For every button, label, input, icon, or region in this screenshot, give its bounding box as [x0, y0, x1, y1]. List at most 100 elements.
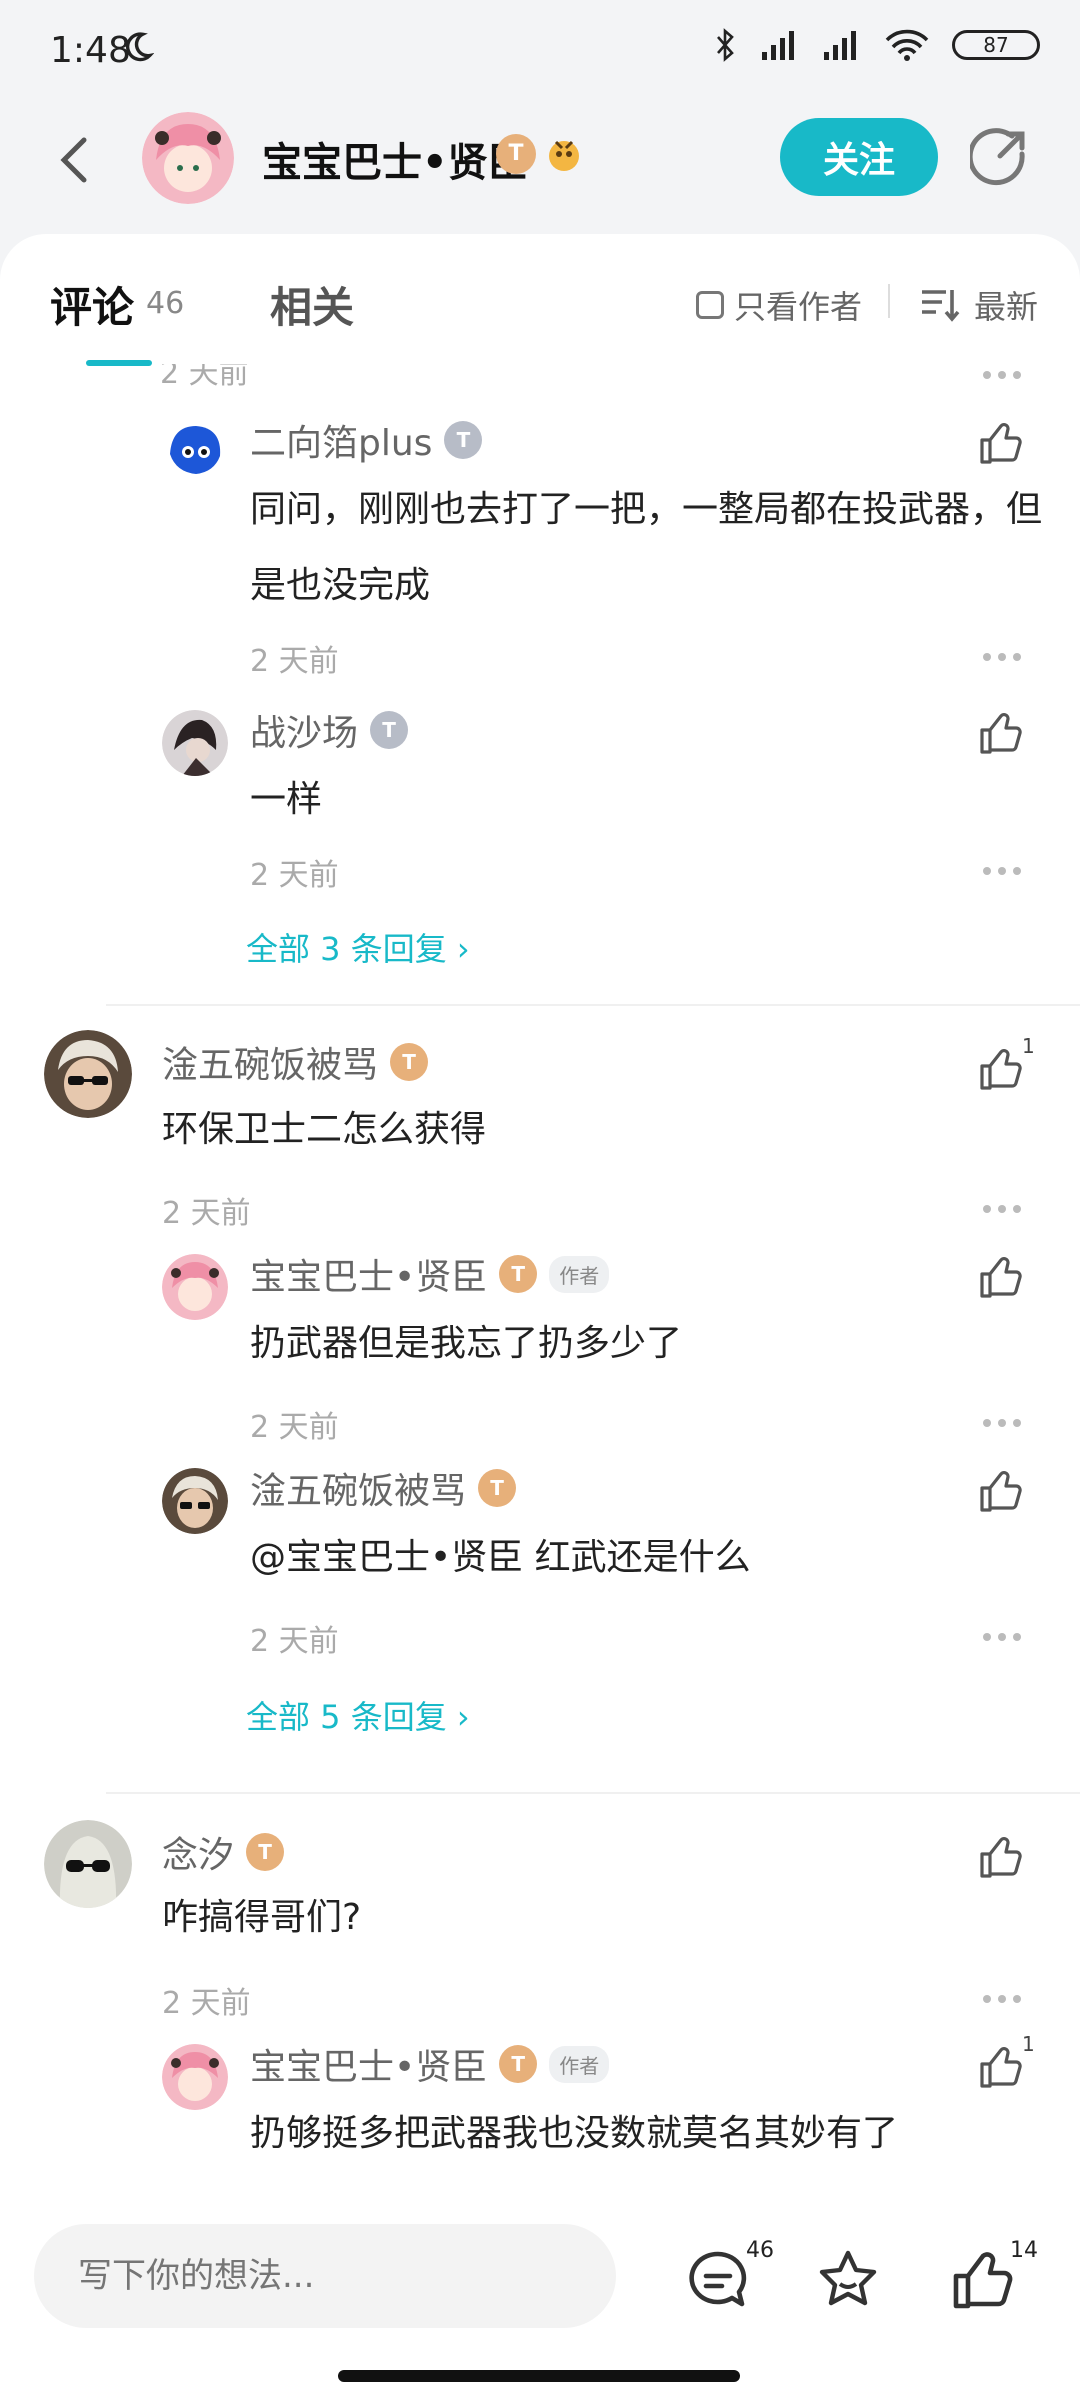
comment-text-line: 同问，刚刚也去打了一把，一整局都在投武器，但 — [250, 489, 1043, 530]
divider — [888, 284, 890, 318]
level-badge: T — [370, 711, 409, 749]
user-avatar[interactable] — [44, 1820, 132, 1908]
follow-button[interactable]: 关注 — [780, 118, 938, 196]
more-icon[interactable] — [982, 1204, 1022, 1214]
level-badge: T — [496, 134, 536, 174]
tab-related[interactable]: 相关 — [270, 274, 354, 335]
comment-text[interactable]: 咋搞得哥们? — [162, 1880, 361, 1956]
more-icon[interactable] — [982, 1418, 1022, 1428]
comment-time: 2 天前 — [162, 1196, 251, 1231]
sort-icon — [922, 290, 960, 322]
comment-text[interactable]: 扔武器但是我忘了扔多少了 — [250, 1306, 682, 1382]
user-avatar[interactable] — [162, 420, 228, 486]
comments-panel: 评论 46 相关 只看作者 最新 2 天前 二向箔plus T 同问，刚刚也去打… — [0, 234, 1080, 2400]
share-icon[interactable] — [970, 126, 1030, 186]
user-avatar[interactable] — [162, 1468, 228, 1534]
home-indicator[interactable] — [338, 2370, 740, 2382]
checkbox-icon[interactable] — [696, 291, 724, 319]
view-all-replies-link[interactable]: 全部 3 条回复 › — [246, 924, 470, 970]
user-avatar[interactable] — [162, 710, 228, 776]
user-name[interactable]: 念汐 — [162, 1826, 234, 1878]
level-badge: T — [499, 2045, 538, 2083]
comment-list[interactable]: 2 天前 二向箔plus T 同问，刚刚也去打了一把，一整局都在投武器，但 是也… — [0, 364, 1080, 2200]
user-name[interactable]: 宝宝巴士•贤臣 — [250, 1248, 487, 1300]
tab-comments[interactable]: 评论 — [50, 274, 134, 335]
level-badge: T — [444, 421, 483, 459]
comment-text[interactable]: 一样 — [250, 762, 322, 838]
level-badge: T — [390, 1043, 429, 1081]
more-icon[interactable] — [982, 1632, 1022, 1642]
wifi-icon — [885, 29, 929, 61]
view-all-replies-link[interactable]: 全部 5 条回复 › — [246, 1692, 470, 1738]
level-badge: T — [246, 1833, 285, 1871]
sort-toggle[interactable]: 最新 — [920, 282, 1038, 328]
user-name[interactable]: 二向箔plus — [250, 414, 432, 466]
author-only-label: 只看作者 — [734, 288, 863, 326]
comment-count-badge: 46 — [746, 2238, 774, 2263]
user-name[interactable]: 淦五碗饭被骂 — [162, 1036, 378, 1088]
sort-label: 最新 — [974, 288, 1039, 326]
comment-text[interactable]: 同问，刚刚也去打了一把，一整局都在投武器，但 是也没完成 — [250, 472, 1042, 624]
author-avatar[interactable] — [142, 112, 234, 204]
comment-time: 2 天前 — [250, 644, 339, 679]
more-icon[interactable] — [982, 370, 1022, 380]
status-bar: 1:48 87 — [0, 0, 1080, 104]
like-count: 1 — [1022, 1034, 1035, 1058]
view-all-replies-label: 全部 3 条回复 — [246, 930, 457, 968]
like-icon[interactable] — [978, 1834, 1024, 1880]
comment-text[interactable]: @宝宝巴士•贤臣 红武还是什么 — [250, 1520, 751, 1596]
user-avatar[interactable] — [162, 2044, 228, 2110]
user-name[interactable]: 宝宝巴士•贤臣 — [250, 2038, 487, 2090]
back-arrow-icon[interactable] — [50, 130, 96, 190]
comment-time: 2 天前 — [162, 1986, 251, 2021]
comment-time: 2 天前 — [160, 364, 249, 391]
comment-text[interactable]: 扔够挺多把武器我也没数就莫名其妙有了 — [250, 2096, 898, 2172]
chevron-right-icon: › — [456, 1698, 470, 1736]
comment-text[interactable]: 环保卫士二怎么获得 — [162, 1092, 486, 1168]
comment-divider — [106, 1004, 1080, 1006]
post-header: 宝宝巴士•贤臣 T 关注 — [0, 104, 1080, 234]
battery-indicator: 87 — [952, 30, 1040, 60]
author-only-toggle[interactable]: 只看作者 — [696, 282, 862, 328]
favorite-star-icon[interactable] — [816, 2248, 880, 2312]
author-tag: 作者 — [549, 2045, 610, 2083]
user-name-row: 宝宝巴士•贤臣 T 作者 — [250, 1248, 610, 1300]
more-icon[interactable] — [982, 652, 1022, 662]
comment-input[interactable] — [34, 2224, 616, 2328]
tab-bar: 评论 46 相关 只看作者 最新 — [0, 234, 1080, 366]
more-icon[interactable] — [982, 1994, 1022, 2004]
level-badge: T — [499, 1255, 538, 1293]
user-avatar[interactable] — [162, 1254, 228, 1320]
like-icon[interactable] — [978, 420, 1024, 466]
comment-icon[interactable] — [686, 2248, 750, 2312]
like-icon[interactable] — [978, 2044, 1024, 2090]
like-icon[interactable] — [978, 1468, 1024, 1514]
comment-divider — [106, 1792, 1080, 1794]
user-avatar[interactable] — [44, 1030, 132, 1118]
user-name[interactable]: 战沙场 — [250, 704, 358, 756]
status-icons: 87 — [714, 28, 1040, 62]
user-name-row: 淦五碗饭被骂 T — [250, 1462, 517, 1514]
user-name[interactable]: 淦五碗饭被骂 — [250, 1462, 466, 1514]
user-name-row: 淦五碗饭被骂 T — [162, 1036, 429, 1088]
like-count: 1 — [1022, 2032, 1035, 2056]
moon-icon — [126, 32, 154, 62]
like-count-badge: 14 — [1010, 2238, 1038, 2263]
bluetooth-icon — [717, 28, 734, 62]
medal-icon — [549, 140, 579, 171]
level-badge: T — [478, 1469, 517, 1507]
like-icon[interactable] — [978, 1046, 1024, 1092]
signal-icon — [824, 31, 856, 60]
like-icon[interactable] — [978, 1254, 1024, 1300]
user-name-row: 宝宝巴士•贤臣 T 作者 — [250, 2038, 610, 2090]
author-name[interactable]: 宝宝巴士•贤臣 — [262, 130, 528, 188]
comment-time: 2 天前 — [250, 1624, 339, 1659]
user-name-row: 念汐 T — [162, 1826, 285, 1878]
user-name-row: 战沙场 T — [250, 704, 409, 756]
like-icon[interactable] — [978, 710, 1024, 756]
more-icon[interactable] — [982, 866, 1022, 876]
comment-time: 2 天前 — [250, 858, 339, 893]
chevron-right-icon: › — [456, 930, 470, 968]
comment-count: 46 — [146, 286, 185, 321]
like-icon[interactable] — [950, 2248, 1014, 2312]
